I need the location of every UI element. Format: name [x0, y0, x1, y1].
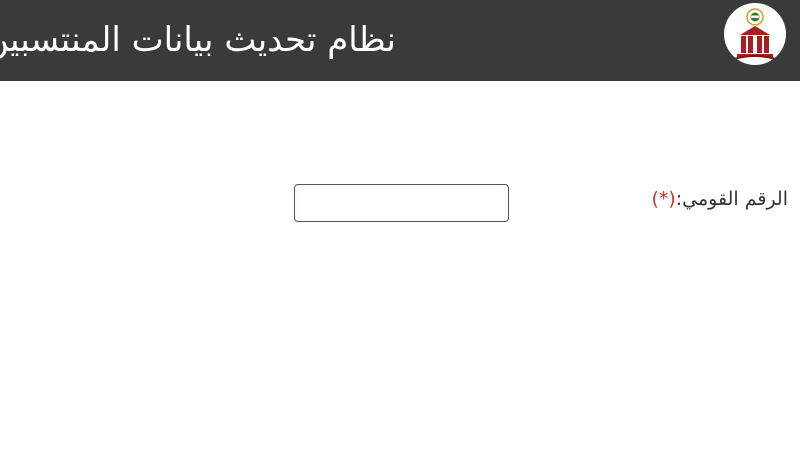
university-logo-icon: [724, 3, 786, 65]
national-id-label: الرقم القومي:(*): [651, 185, 788, 213]
national-id-input[interactable]: [294, 184, 509, 222]
page-title: نظام تحديث بيانات المنتسبين: [0, 20, 396, 60]
page: نظام تحديث بيانات المنتسبين الرقم القومي…: [0, 0, 800, 450]
national-id-label-text: الرقم القومي:: [675, 188, 788, 210]
required-mark: (*): [651, 188, 676, 210]
header-bar: نظام تحديث بيانات المنتسبين: [0, 0, 800, 81]
